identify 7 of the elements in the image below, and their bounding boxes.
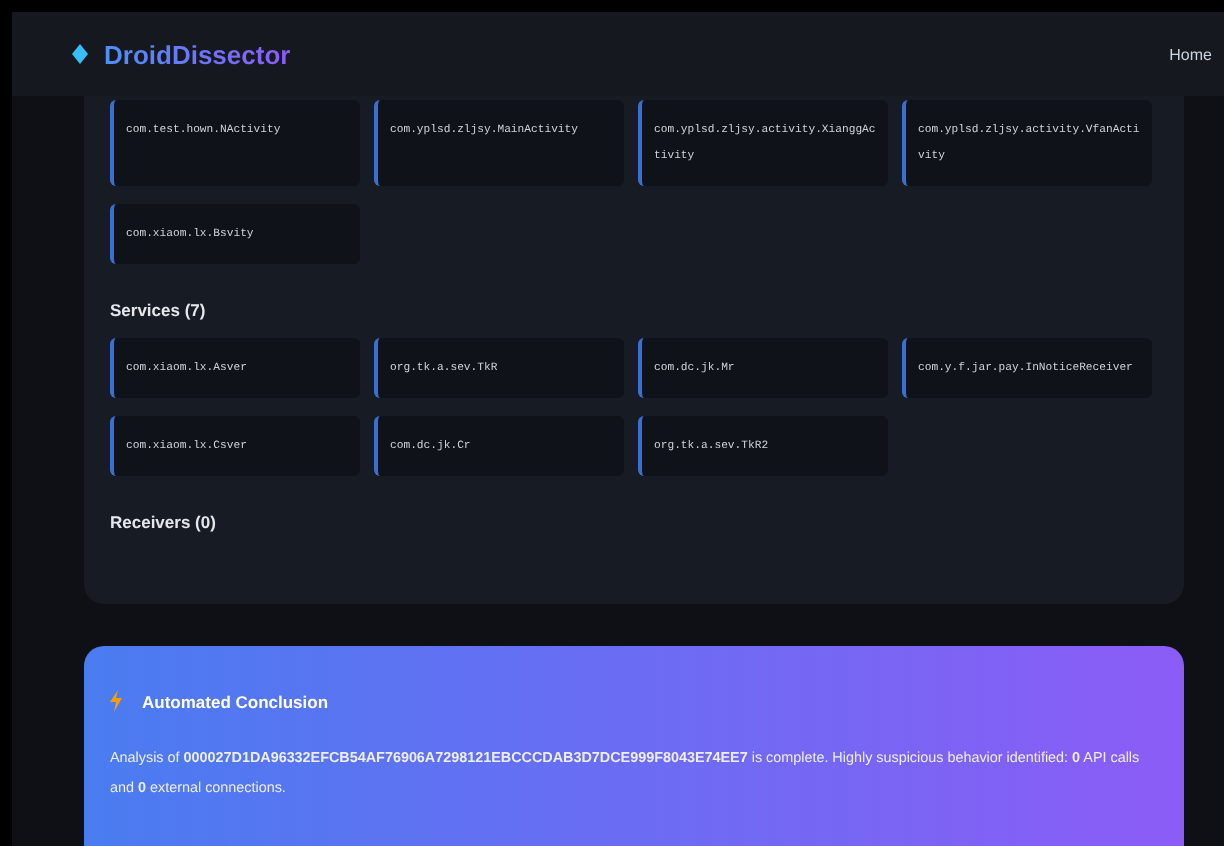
nav-link[interactable]: Home xyxy=(1169,45,1212,63)
section-heading: Receivers (0) xyxy=(110,512,218,532)
brand-logo[interactable]: DroidDissector xyxy=(104,39,291,69)
conclusion-title: Automated Conclusion xyxy=(142,691,329,711)
bolt-icon xyxy=(110,690,122,712)
diamond-icon xyxy=(72,44,88,64)
section-heading: Services (7) xyxy=(110,300,208,320)
